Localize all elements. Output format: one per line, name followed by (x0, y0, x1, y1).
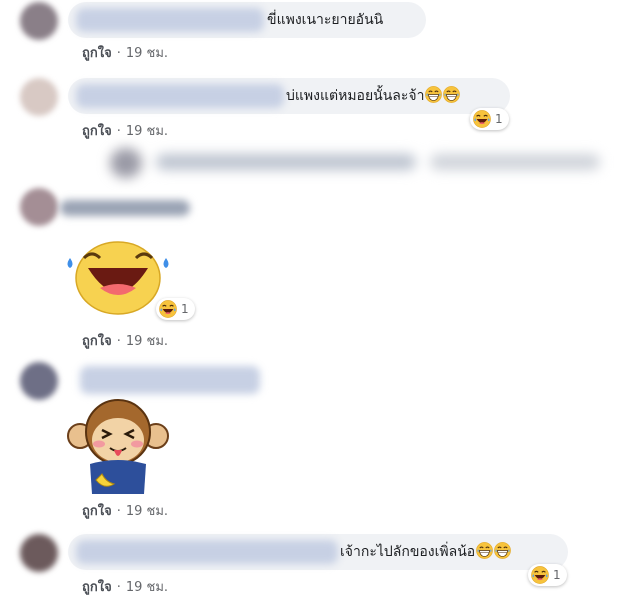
comment-time[interactable]: 19 ชม. (126, 46, 168, 61)
hidden-text-block (156, 154, 416, 170)
comment-meta: ถูกใจ · 19 ชม. (82, 42, 168, 63)
comment-time[interactable]: 19 ชม. (126, 334, 168, 349)
comment-time[interactable]: 19 ชม. (126, 504, 168, 519)
reaction-count: 1 (553, 568, 561, 582)
comment-meta: ถูกใจ · 19 ชม. (82, 576, 168, 597)
comment-bubble: ขี่แพงเนาะยายอันนิ (68, 2, 426, 38)
grinning-tears-emoji-icon (494, 542, 511, 559)
comment-time[interactable]: 19 ชม. (126, 124, 168, 139)
comment-text-content: เจ้ากะไปลักของเพิ่ลน้อ (340, 544, 476, 560)
comment-text-content: บ่แพงแต่หมอยนั้นละจ้า (286, 88, 425, 104)
comment-text: บ่แพงแต่หมอยนั้นละจ้า (286, 86, 460, 106)
grinning-tears-emoji-icon (425, 86, 442, 103)
monkey-tongue-sticker (67, 399, 169, 494)
like-link[interactable]: ถูกใจ (82, 124, 112, 139)
comment-text: เจ้ากะไปลักของเพิ่ลน้อ (340, 542, 511, 562)
like-link[interactable]: ถูกใจ (82, 334, 112, 349)
comment-time[interactable]: 19 ชม. (126, 580, 168, 595)
meta-separator: · (116, 504, 121, 519)
grinning-tears-emoji-icon (443, 86, 460, 103)
reaction-badge[interactable]: 1 (156, 298, 195, 320)
laughing-tears-emoji-icon (473, 110, 491, 128)
like-link[interactable]: ถูกใจ (82, 504, 112, 519)
comment-meta: ถูกใจ · 19 ชม. (82, 500, 168, 521)
reaction-count: 1 (495, 112, 503, 126)
comment-text: ขี่แพงเนาะยายอันนิ (267, 12, 384, 28)
commenter-name[interactable] (76, 84, 284, 108)
meta-separator: · (116, 580, 121, 595)
hidden-avatar (110, 148, 142, 178)
hidden-replies-row[interactable] (80, 146, 610, 180)
like-link[interactable]: ถูกใจ (82, 46, 112, 61)
reaction-badge[interactable]: 1 (528, 564, 567, 586)
comment-meta: ถูกใจ · 19 ชม. (82, 120, 168, 141)
commenter-name[interactable] (60, 200, 190, 216)
like-link[interactable]: ถูกใจ (82, 580, 112, 595)
commenter-name[interactable] (76, 8, 264, 32)
comment-bubble: เจ้ากะไปลักของเพิ่ลน้อ (68, 534, 568, 570)
avatar[interactable] (20, 2, 58, 40)
avatar[interactable] (20, 534, 58, 572)
laughing-face-sticker (67, 241, 169, 315)
meta-separator: · (116, 124, 121, 139)
avatar[interactable] (20, 78, 58, 116)
comment-meta: ถูกใจ · 19 ชม. (82, 330, 168, 351)
avatar[interactable] (20, 362, 58, 400)
meta-separator: · (116, 334, 121, 349)
grinning-tears-emoji-icon (476, 542, 493, 559)
comment-bubble: บ่แพงแต่หมอยนั้นละจ้า (68, 78, 510, 114)
meta-separator: · (116, 46, 121, 61)
commenter-name[interactable] (80, 366, 260, 394)
avatar[interactable] (20, 188, 58, 226)
hidden-text-block (430, 154, 600, 170)
laughing-tears-emoji-icon (159, 300, 177, 318)
commenter-name[interactable] (76, 540, 338, 564)
laughing-tears-emoji-icon (531, 566, 549, 584)
reaction-count: 1 (181, 302, 189, 316)
reaction-badge[interactable]: 1 (470, 108, 509, 130)
